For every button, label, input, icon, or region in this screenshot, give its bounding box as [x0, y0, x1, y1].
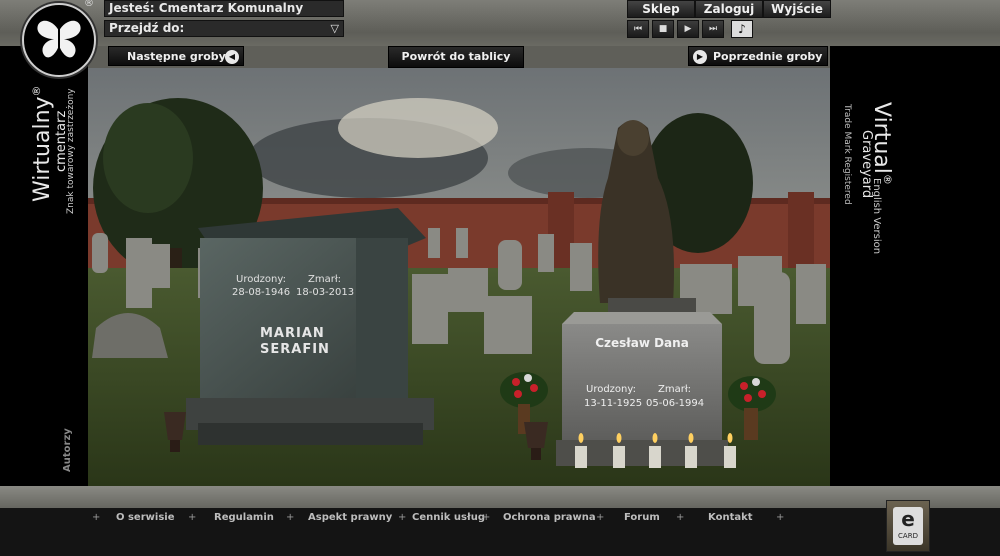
next-icon: ⏭	[708, 24, 718, 34]
name-line1: MARIAN	[260, 326, 325, 341]
grave-czeslaw[interactable]: Czesław Dana Urodzony: 13-11-1925 Zmarł:…	[562, 330, 722, 420]
back-to-board-button[interactable]: Powrót do tablicy	[388, 46, 524, 68]
footer: + O serwisie + Regulamin + Aspekt prawny…	[0, 508, 1000, 556]
died-date: 05-06-1994	[646, 398, 705, 409]
goto-select[interactable]: Przejdź do: ▽	[104, 20, 344, 37]
ecard-letter: e	[901, 507, 915, 531]
exit-button[interactable]: Wyjście	[763, 0, 831, 18]
arrow-left-icon: ◀	[225, 50, 239, 64]
authors-link[interactable]: Autorzy	[62, 428, 73, 472]
prev-graves-label: Poprzednie groby	[713, 50, 823, 63]
footer-legal[interactable]: Aspekt prawny	[308, 512, 392, 523]
footer-sep: +	[482, 512, 491, 523]
bottom-border	[0, 486, 1000, 508]
next-graves-label: Następne groby	[127, 50, 226, 63]
died-label: Zmarł:	[308, 274, 342, 285]
brand-title[interactable]: Wirtualny®	[30, 85, 55, 202]
brand-title-text: Wirtualny	[30, 96, 55, 202]
next-graves-button[interactable]: Następne groby ◀	[108, 46, 244, 66]
registered-mark: ®	[84, 0, 94, 9]
left-brand-panel: Wirtualny® cmentarz Znak towarowy zastrz…	[0, 46, 88, 486]
footer-sep: +	[286, 512, 295, 523]
location-label: Jesteś:	[109, 1, 155, 15]
footer-pricing[interactable]: Cennik usług	[412, 512, 485, 523]
next-track-button[interactable]: ⏭	[702, 20, 724, 38]
footer-about[interactable]: O serwisie	[116, 512, 174, 523]
scene-illustration	[88, 68, 830, 486]
footer-forum[interactable]: Forum	[624, 512, 660, 523]
born-label: Urodzony:	[586, 384, 636, 395]
brand-trademark: Znak towarowy zastrzeżony	[66, 88, 76, 214]
died-date: 18-03-2013	[296, 287, 355, 298]
music-note-icon: ♪	[738, 22, 746, 36]
footer-sep: +	[776, 512, 785, 523]
location-value: Cmentarz Komunalny	[158, 1, 304, 15]
born-date: 13-11-1925	[584, 398, 643, 409]
stop-icon: ■	[658, 24, 668, 34]
footer-sep: +	[596, 512, 605, 523]
footer-sep: +	[92, 512, 101, 523]
prev-graves-button[interactable]: ▶ Poprzednie groby	[688, 46, 828, 66]
brand-reg: ®	[30, 85, 43, 97]
footer-sep: +	[398, 512, 407, 523]
music-toggle[interactable]: ♪	[731, 20, 753, 38]
footer-sep: +	[188, 512, 197, 523]
grave-marian[interactable]: Urodzony: 28-08-1946 Zmarł: 18-03-2013 M…	[226, 272, 356, 372]
arrow-right-icon: ▶	[693, 50, 707, 64]
graveyard-scene: Urodzony: 28-08-1946 Zmarł: 18-03-2013 M…	[88, 68, 830, 486]
stop-button[interactable]: ■	[652, 20, 674, 38]
born-date: 28-08-1946	[232, 287, 291, 298]
prev-icon: ⏮	[633, 24, 643, 34]
ecard-label: CARD	[898, 532, 918, 540]
login-button[interactable]: Zaloguj	[695, 0, 763, 18]
goto-label: Przejdź do:	[109, 21, 185, 35]
play-button[interactable]: ▶	[677, 20, 699, 38]
footer-terms[interactable]: Regulamin	[214, 512, 274, 523]
name-line2: SERAFIN	[260, 342, 330, 357]
right-brand-panel: Virtual® Graveyard English Version Trade…	[830, 46, 1000, 486]
name-line1: Czesław Dana	[595, 336, 689, 350]
footer-contact[interactable]: Kontakt	[708, 512, 753, 523]
location-field: Jesteś: Cmentarz Komunalny	[104, 0, 344, 17]
english-version-link[interactable]: English Version	[871, 178, 882, 254]
logo[interactable]	[22, 3, 96, 77]
died-label: Zmarł:	[658, 384, 692, 395]
footer-sep: +	[676, 512, 685, 523]
chevron-down-icon: ▽	[330, 22, 339, 35]
footer-protection[interactable]: Ochrona prawna	[503, 512, 596, 523]
english-reg: ®	[881, 173, 894, 185]
english-trademark: Trade Mark Registered	[842, 104, 852, 205]
shop-button[interactable]: Sklep	[627, 0, 695, 18]
ecard-icon: e CARD	[893, 507, 923, 545]
ecard-button[interactable]: e CARD	[886, 500, 930, 552]
play-icon: ▶	[684, 24, 692, 34]
butterfly-icon	[37, 20, 81, 58]
born-label: Urodzony:	[236, 274, 286, 285]
prev-track-button[interactable]: ⏮	[627, 20, 649, 38]
